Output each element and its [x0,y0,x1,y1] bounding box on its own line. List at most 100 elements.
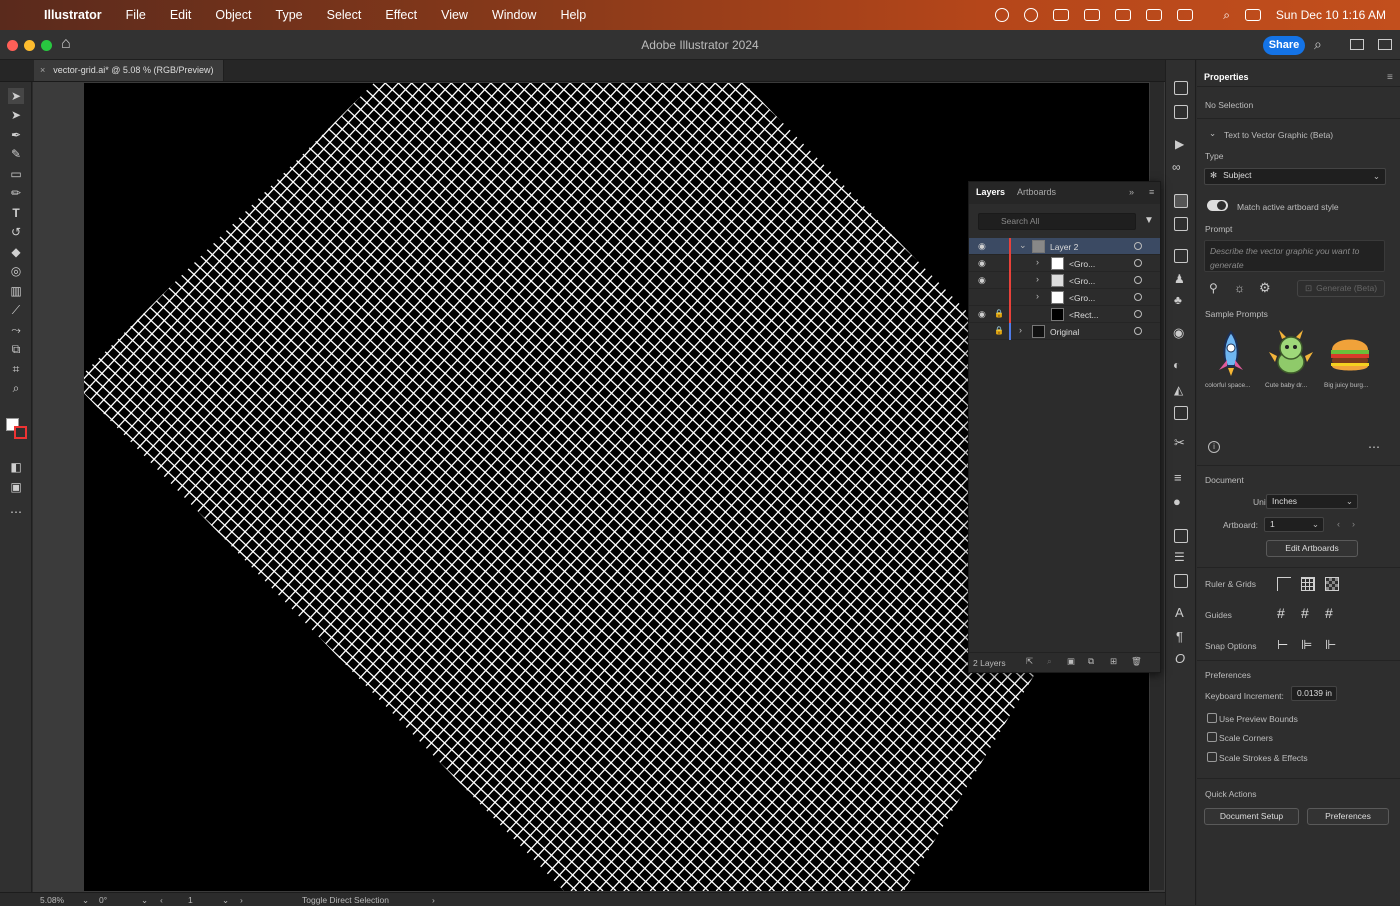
collapse-panel-icon[interactable]: » [1129,187,1134,197]
libraries-icon[interactable] [1174,249,1188,263]
layer-name[interactable]: Original [1050,327,1079,337]
eyedropper-tool-icon[interactable]: ⟋ [8,302,24,318]
transform-icon[interactable] [1174,529,1188,543]
more-tools-icon[interactable]: ⋯ [8,504,24,520]
eraser-tool-icon[interactable]: ◆ [8,244,24,260]
export-selection-icon[interactable]: ⇱ [1026,656,1033,667]
locate-object-icon[interactable]: ⌕ [1047,656,1052,667]
artboard-number[interactable]: 1 [188,895,193,905]
visibility-eye-icon[interactable]: ◉ [978,275,986,286]
curvature-tool-icon[interactable]: ✎ [8,146,24,162]
document-tab[interactable]: × vector-grid.ai* @ 5.08 % (RGB/Preview) [34,60,224,81]
preferences-button[interactable]: Preferences [1307,808,1389,825]
zoom-tool-icon[interactable]: ⌕ [8,380,24,396]
artboard-dropdown[interactable]: 1 ⌄ [1264,517,1324,532]
transparency-icon[interactable] [1174,406,1188,420]
delete-layer-icon[interactable]: 🗑 [1131,656,1142,667]
layer-name[interactable]: <Gro... [1069,259,1095,269]
target-circle-icon[interactable] [1134,293,1142,301]
transparency-grid-icon[interactable] [1325,577,1339,591]
workspace-icon[interactable] [1378,39,1392,50]
layer-row-group-2[interactable]: ◉ › <Gro... [969,272,1160,289]
blend-tool-icon[interactable]: ⤳ [8,322,24,338]
layer-search-input[interactable]: Search All [978,213,1136,230]
close-tab-icon[interactable]: × [40,65,45,75]
stroke-panel-icon[interactable]: ≡ [1174,470,1182,485]
effects-icon[interactable]: ☼ [1234,281,1245,295]
pen-tool-icon[interactable]: ✒ [8,127,24,143]
switch-icon[interactable] [1244,9,1261,21]
share-button[interactable]: Share [1263,36,1305,55]
shape-builder-tool-icon[interactable]: ◎ [8,263,24,279]
menu-effect[interactable]: Effect [373,8,429,22]
menu-app-name[interactable]: Illustrator [44,8,114,22]
creative-cloud-icon[interactable] [1024,8,1039,22]
new-layer-icon[interactable]: ⊞ [1110,656,1117,667]
layer-name[interactable]: <Gro... [1069,293,1095,303]
gradient-tool-icon[interactable]: ▥ [8,283,24,299]
panel-menu-icon[interactable]: ≡ [1149,187,1154,197]
tab-artboards[interactable]: Artboards [1017,187,1056,197]
document-setup-button[interactable]: Document Setup [1204,808,1299,825]
sample-rocket[interactable]: colorful space... [1205,326,1257,389]
export-icon[interactable] [1174,105,1188,119]
live-paint-tool-icon[interactable]: ⧉ [8,341,24,357]
artboard-prev-icon[interactable]: ‹ [1337,519,1340,529]
layer-row-group-1[interactable]: ◉ › <Gro... [969,255,1160,272]
puppet-icon[interactable]: ♟ [1174,272,1185,286]
adobe-icon[interactable] [1084,9,1101,21]
artboard-next-icon[interactable]: › [240,895,243,905]
menu-select[interactable]: Select [315,8,374,22]
symbols-icon[interactable]: ♣ [1174,293,1182,307]
lock-icon[interactable]: 🔒 [994,326,1004,335]
prompt-textarea[interactable]: Describe the vector graphic you want to … [1204,240,1385,272]
color-guide-icon[interactable]: ◐ [1173,358,1180,372]
direct-selection-tool-icon[interactable]: ➤ [8,107,24,123]
filter-icon[interactable]: ▼ [1144,215,1154,226]
rectangle-tool-icon[interactable]: ▭ [8,166,24,182]
target-circle-icon[interactable] [1134,276,1142,284]
grid-icon[interactable] [1301,577,1315,591]
info-icon[interactable]: i [1208,441,1220,453]
menu-help[interactable]: Help [548,8,598,22]
generate-button[interactable]: ⊡ Generate (Beta) [1297,280,1385,297]
menu-file[interactable]: File [114,8,158,22]
visibility-eye-icon[interactable]: ◉ [978,258,986,269]
target-circle-icon[interactable] [1134,242,1142,250]
expand-chevron-icon[interactable]: ⌄ [1019,240,1027,251]
selection-tool-icon[interactable]: ➤ [8,88,24,104]
paintbrush-tool-icon[interactable]: ✏ [8,185,24,201]
search-icon[interactable]: ⌕ [1314,36,1322,53]
target-circle-icon[interactable] [1134,310,1142,318]
scale-strokes-checkbox[interactable] [1207,752,1217,762]
battery-icon[interactable] [1177,9,1194,21]
paragraph-icon[interactable]: ¶ [1176,629,1183,644]
menu-window[interactable]: Window [480,8,548,22]
draw-mode-icon[interactable]: ◧ [8,459,24,475]
keyboard-increment-input[interactable]: 0.0139 in [1291,686,1337,701]
gradient-panel-icon[interactable]: ◭ [1174,383,1183,397]
clipping-mask-icon[interactable]: ▣ [1067,656,1075,667]
snap-to-point-icon[interactable]: ⊢ [1277,637,1288,653]
color-icon[interactable]: ◉ [1173,325,1184,341]
artboard-next-icon[interactable]: › [1352,519,1355,529]
rotate-view[interactable]: 0° [99,895,107,905]
artboards-panel-icon[interactable] [1174,217,1188,231]
visibility-eye-icon[interactable]: ◉ [978,241,986,252]
edit-artboards-button[interactable]: Edit Artboards [1266,540,1358,557]
sync-icon[interactable] [1053,9,1070,21]
tab-layers[interactable]: Layers [976,187,1005,197]
t2v-title[interactable]: Text to Vector Graphic (Beta) [1224,130,1333,140]
rotate-dropdown-icon[interactable]: ⌄ [141,895,148,906]
menu-object[interactable]: Object [203,8,263,22]
layer-name[interactable]: <Rect... [1069,310,1099,320]
menu-view[interactable]: View [429,8,480,22]
more-options-icon[interactable]: ⋯ [1368,440,1380,454]
type-tool-icon[interactable]: T [8,205,24,221]
rotate-tool-icon[interactable]: ↺ [8,224,24,240]
snap-to-pixel-icon[interactable]: ⊫ [1301,637,1312,653]
match-style-toggle[interactable] [1207,200,1228,211]
layer-row-original[interactable]: 🔒 › Original [969,323,1160,340]
zoom-dropdown-icon[interactable]: ⌄ [82,895,89,906]
expand-chevron-icon[interactable]: › [1036,257,1039,267]
